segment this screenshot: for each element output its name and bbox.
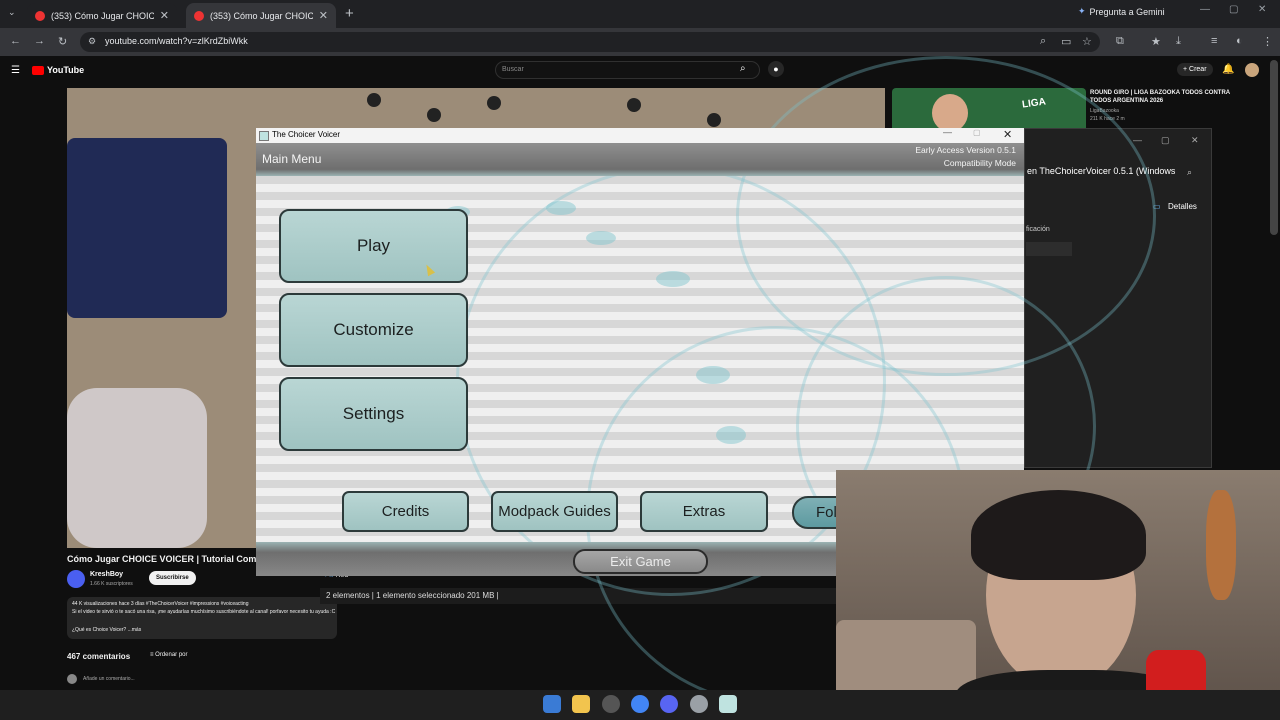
details-button[interactable]: Detalles [1168,202,1197,211]
comment-avatar [67,674,77,684]
file-explorer-icon[interactable] [572,695,590,713]
search-input[interactable]: Buscar [495,61,760,79]
video-scene-decor [487,96,501,110]
cast-icon[interactable]: ▭ [1061,35,1071,48]
version-label: Early Access Version 0.5.1 [915,145,1016,155]
browser-tab-1[interactable]: (353) Cómo Jugar CHOICE VOI ✕ [27,3,177,28]
create-button[interactable]: + Crear [1177,63,1213,76]
start-icon[interactable] [543,695,561,713]
webcam-person-hair [971,490,1146,580]
video-scene-decor [627,98,641,112]
play-button[interactable]: Play [279,209,468,283]
extras-button[interactable]: Extras [640,491,768,532]
channel-name[interactable]: KreshBoy [90,571,123,578]
bg-dot [716,426,746,444]
bg-dot [696,366,730,384]
settings-button[interactable]: Settings [279,377,468,451]
compatibility-label: Compatibility Mode [943,158,1016,168]
page-scrollbar[interactable] [1270,60,1278,235]
youtube-favicon-icon [35,10,45,21]
hamburger-icon[interactable]: ☰ [11,65,20,76]
discord-icon[interactable] [660,695,678,713]
collections-icon[interactable]: ★ [1151,35,1161,48]
game-taskbar-icon[interactable] [719,695,737,713]
youtube-favicon-icon [194,10,204,21]
subscribe-button[interactable]: Suscribirse [149,571,196,585]
avatar[interactable] [1245,63,1259,77]
video-scene-decor [367,93,381,107]
url-text[interactable]: youtube.com/watch?v=zlKrdZbiWkk [105,36,248,46]
back-icon[interactable]: ← [10,35,21,47]
microphone-icon[interactable]: ● [768,61,784,77]
youtube-logo-text: YouTube [47,65,85,75]
recommended-title[interactable]: ROUND GIRO | LIGA BAZOOKA TODOS CONTRA T… [1090,89,1230,106]
forward-icon[interactable]: → [34,35,45,47]
tab-title: (353) Cómo Jugar CHOICE VOI [210,10,313,21]
minimize-icon[interactable]: — [1200,4,1210,15]
settings-icon[interactable] [690,695,708,713]
new-tab-button[interactable]: + [345,5,354,22]
sort-comments-button[interactable]: ≡ Ordenar por [150,652,188,658]
browser-tab-2[interactable]: (353) Cómo Jugar CHOICE VOI ✕ [186,3,336,28]
comments-count: 467 comentarios [67,652,131,661]
app-icon[interactable] [602,695,620,713]
explorer-search-icon[interactable]: ⌕ [1187,167,1192,178]
media-icon[interactable]: ≡ [1211,35,1217,47]
explorer-minimize-icon[interactable]: — [1133,135,1142,145]
reload-icon[interactable]: ↻ [58,35,67,48]
modpack-guides-button[interactable]: Modpack Guides [491,491,618,532]
tab-close-icon[interactable]: ✕ [160,9,169,22]
main-menu-title: Main Menu [262,152,322,166]
description-stats: 44 K visualizaciones hace 3 días #TheCho… [72,601,249,607]
video-scene-decor [427,108,441,122]
gemini-button[interactable]: ✦ Pregunta a Gemini [1078,6,1165,17]
bg-dot [656,271,690,287]
sort-label: Ordenar por [155,652,188,658]
video-scene-curtain [67,138,227,318]
gemini-label: Pregunta a Gemini [1089,6,1165,17]
game-close-icon[interactable]: ✕ [1003,128,1012,141]
webcam-guitar [1206,490,1236,600]
channel-subscribers: 1.66 K suscriptores [90,581,133,587]
tab-close-icon[interactable]: ✕ [319,9,328,22]
add-comment-input[interactable]: Añade un comentario... [83,676,135,682]
chrome-icon[interactable] [631,695,649,713]
video-scene-chair [67,388,207,548]
video-scene-decor [707,113,721,127]
notifications-icon[interactable]: 🔔 [1222,64,1234,75]
download-icon[interactable]: ⤓ [1176,35,1181,48]
bg-dot [546,201,576,215]
explorer-maximize-icon[interactable]: ▢ [1161,135,1170,146]
tab-search-icon[interactable]: ⌄ [8,7,16,18]
maximize-icon[interactable]: ▢ [1229,4,1238,15]
bookmark-star-icon[interactable]: ☆ [1082,35,1092,48]
game-app-icon [259,131,269,141]
youtube-logo[interactable]: YouTube [32,65,84,75]
tab-title: (353) Cómo Jugar CHOICE VOI [51,10,154,21]
bg-dot [586,231,616,245]
youtube-play-icon [32,65,44,75]
customize-button[interactable]: Customize [279,293,468,367]
profile-icon[interactable]: ◐ [1236,35,1243,47]
gemini-icon: ✦ [1078,6,1086,16]
game-title-bar[interactable]: The Choicer Voicer [256,128,1024,143]
video-title: Cómo Jugar CHOICE VOICER | Tutorial Comp… [67,554,273,564]
credits-button[interactable]: Credits [342,491,469,532]
exit-game-button[interactable]: Exit Game [573,549,708,574]
extensions-icon[interactable]: ⧉ [1116,35,1124,48]
channel-avatar[interactable] [67,570,85,588]
zoom-icon[interactable]: ⌕ [1040,35,1046,48]
close-icon[interactable]: ✕ [1258,4,1266,15]
search-icon[interactable]: ⌕ [740,63,746,74]
description-more[interactable]: ¿Qué es Choice Voicer? ...más [72,627,141,633]
description-text: Si el video te sirvió o te sacó una risa… [72,609,336,615]
game-minimize-icon[interactable]: — [943,127,952,137]
site-info-icon[interactable]: ⚙ [88,36,96,47]
menu-icon[interactable]: ⋮ [1262,35,1273,48]
webcam-overlay [836,470,1280,720]
game-maximize-icon[interactable]: ▢ [973,128,981,137]
explorer-close-icon[interactable]: ✕ [1191,135,1199,146]
